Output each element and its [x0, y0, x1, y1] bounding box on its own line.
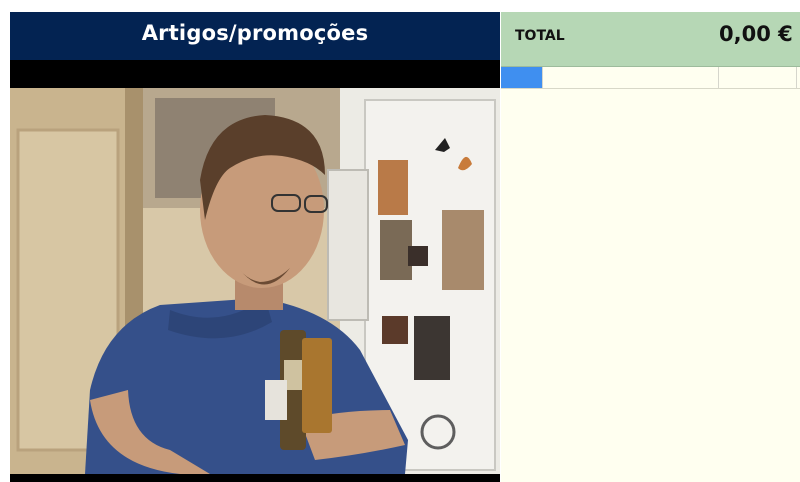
column-cell[interactable] [719, 67, 797, 88]
pos-screen: Artigos/promoções TOTAL 0,00 € [0, 0, 800, 482]
cart-table-header [501, 67, 800, 89]
promotions-panel: Artigos/promoções [10, 12, 500, 482]
promo-video[interactable] [10, 60, 500, 482]
selected-column-cell[interactable] [501, 67, 543, 88]
column-cell[interactable] [543, 67, 719, 88]
total-label: TOTAL [515, 28, 565, 44]
cart-items-list[interactable] [501, 89, 800, 482]
promo-video-frame [10, 60, 500, 482]
cart-panel: TOTAL 0,00 € [501, 12, 800, 482]
total-bar: TOTAL 0,00 € [501, 12, 800, 67]
promotions-title: Artigos/promoções [10, 12, 500, 60]
total-value: 0,00 € [719, 22, 793, 46]
